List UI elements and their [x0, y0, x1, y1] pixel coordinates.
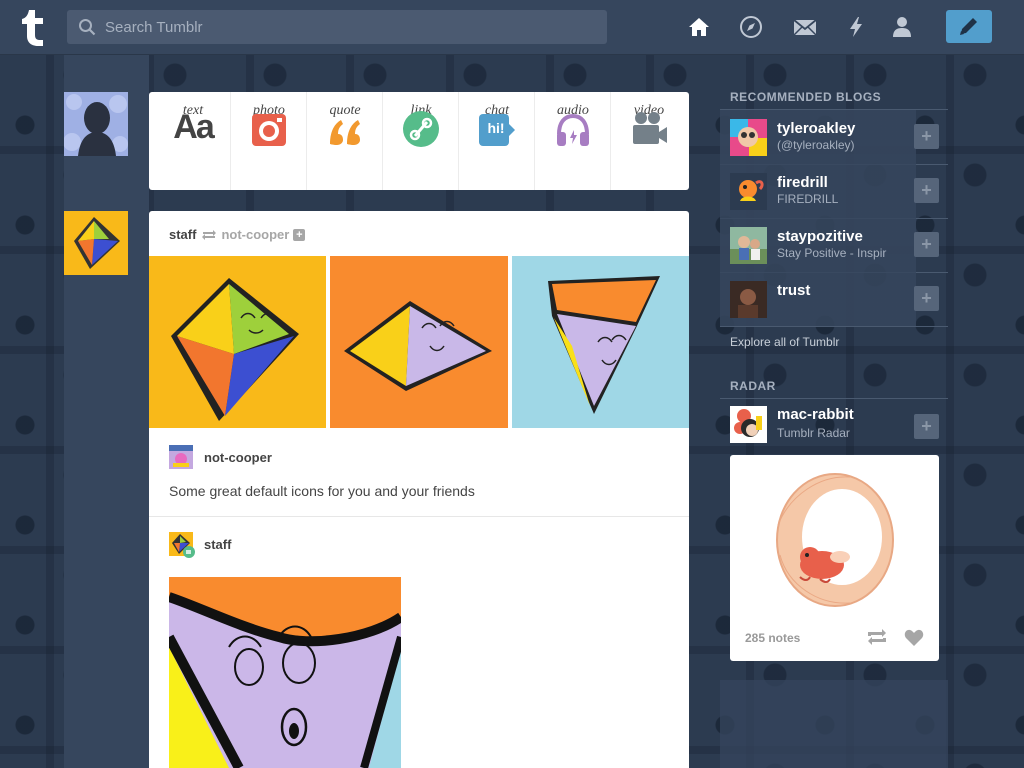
follow-button[interactable]: +: [914, 286, 939, 311]
trail-body-text: Some great default icons for you and you…: [169, 483, 475, 499]
post-author-name[interactable]: staff: [169, 227, 196, 242]
reblog-icon[interactable]: [866, 628, 888, 646]
headphones-icon: [557, 113, 589, 146]
compose-button[interactable]: [946, 10, 992, 43]
recommended-blog-subtitle: Stay Positive - Inspir: [777, 246, 887, 260]
photo-kite-orange[interactable]: [330, 256, 508, 428]
follow-button[interactable]: +: [914, 178, 939, 203]
mail-icon[interactable]: [792, 14, 818, 40]
follow-button[interactable]: +: [914, 414, 939, 439]
recommended-blog-subtitle: FIREDRILL: [777, 192, 839, 206]
sidebar: RECOMMENDED BLOGS tyleroakley (@tyleroak…: [720, 55, 950, 768]
recommended-blogs-title: RECOMMENDED BLOGS: [730, 90, 882, 104]
recommended-blog-subtitle: (@tyleroakley): [777, 138, 855, 152]
quote-marks-icon: [330, 120, 360, 145]
activity-icon[interactable]: [843, 14, 869, 40]
trail-blog-name[interactable]: staff: [204, 537, 231, 552]
chat-icon-text: hi!: [487, 120, 505, 136]
radar-post-card[interactable]: 285 notes: [730, 455, 939, 661]
recommended-blog-avatar[interactable]: [730, 227, 767, 264]
explore-link[interactable]: Explore all of Tumblr: [730, 335, 839, 349]
home-icon[interactable]: [686, 14, 712, 40]
reblog-badge-icon: [183, 546, 195, 558]
recommended-blog-item[interactable]: firedrill FIREDRILL +: [720, 164, 948, 218]
follow-plus-icon[interactable]: +: [293, 228, 306, 241]
radar-blog-name[interactable]: mac-rabbit: [777, 406, 854, 423]
reblog-icon: [202, 229, 217, 240]
follow-button[interactable]: +: [914, 124, 939, 149]
post-type-text[interactable]: text Aa: [155, 92, 231, 190]
text-post-icon: Aa: [173, 108, 214, 146]
dashboard-post: staff not-cooper + not-cooper Some great…: [149, 211, 689, 768]
trail-divider: [149, 516, 689, 517]
post-type-selector: text Aa photo quote link chat hi! audio …: [149, 92, 689, 190]
sidebar-divider: [720, 398, 948, 399]
trail-avatar[interactable]: [169, 532, 195, 558]
sidebar-divider: [720, 326, 948, 327]
post-type-audio[interactable]: audio: [535, 92, 611, 190]
recommended-blog-name[interactable]: tyleroakley: [777, 120, 855, 137]
explore-icon[interactable]: [738, 14, 764, 40]
heart-icon[interactable]: [904, 629, 924, 647]
sidebar-footer-panel: [720, 680, 948, 768]
photo-kite-blue[interactable]: [512, 256, 689, 428]
link-icon: [403, 111, 439, 147]
radar-notes-count[interactable]: 285 notes: [745, 631, 800, 645]
radar-title: RADAR: [730, 379, 776, 393]
reblog-trail-item: staff: [149, 532, 689, 572]
reblog-trail-item: not-cooper Some great default icons for …: [149, 445, 689, 515]
trail-avatar[interactable]: [169, 445, 193, 469]
recommended-blog-name[interactable]: trust: [777, 282, 810, 299]
post-type-photo[interactable]: photo: [231, 92, 307, 190]
recommended-blog-name[interactable]: firedrill: [777, 174, 828, 191]
post-header: staff not-cooper +: [169, 226, 306, 242]
photoset: [149, 256, 689, 428]
search-box[interactable]: [67, 10, 607, 44]
photo-kite-yellow[interactable]: [149, 256, 326, 428]
search-icon: [79, 19, 96, 36]
account-icon[interactable]: [889, 14, 915, 40]
recommended-blog-item[interactable]: staypozitive Stay Positive - Inspir +: [720, 218, 948, 272]
search-input[interactable]: [105, 10, 595, 44]
trail-blog-name[interactable]: not-cooper: [204, 450, 272, 465]
recommended-blog-avatar[interactable]: [730, 281, 767, 318]
tumblr-logo-icon[interactable]: [17, 7, 49, 47]
post-type-video[interactable]: video: [611, 92, 687, 190]
radar-blog-avatar[interactable]: [730, 406, 767, 443]
top-navigation-bar: [0, 0, 1024, 55]
post-type-link[interactable]: link: [383, 92, 459, 190]
radar-blog-item[interactable]: mac-rabbit Tumblr Radar +: [720, 400, 948, 454]
reblogged-from-name[interactable]: not-cooper: [221, 227, 289, 242]
user-avatar[interactable]: [64, 92, 128, 156]
pencil-icon: [960, 18, 977, 35]
recommended-blog-item[interactable]: tyleroakley (@tyleroakley) +: [720, 110, 948, 164]
recommended-blog-item[interactable]: trust +: [720, 272, 948, 326]
camera-icon: [252, 114, 286, 146]
post-type-quote[interactable]: quote: [307, 92, 383, 190]
post-type-chat[interactable]: chat hi!: [459, 92, 535, 190]
radar-blog-subtitle: Tumblr Radar: [777, 426, 850, 440]
radar-post-image: [776, 473, 894, 607]
recommended-blog-avatar[interactable]: [730, 119, 767, 156]
post-image-closeup[interactable]: [169, 577, 401, 768]
post-author-avatar[interactable]: [64, 211, 128, 275]
video-camera-icon: [633, 112, 667, 144]
recommended-blog-avatar[interactable]: [730, 173, 767, 210]
follow-button[interactable]: +: [914, 232, 939, 257]
dashboard-column-background: [64, 55, 149, 768]
recommended-blog-name[interactable]: staypozitive: [777, 228, 863, 245]
